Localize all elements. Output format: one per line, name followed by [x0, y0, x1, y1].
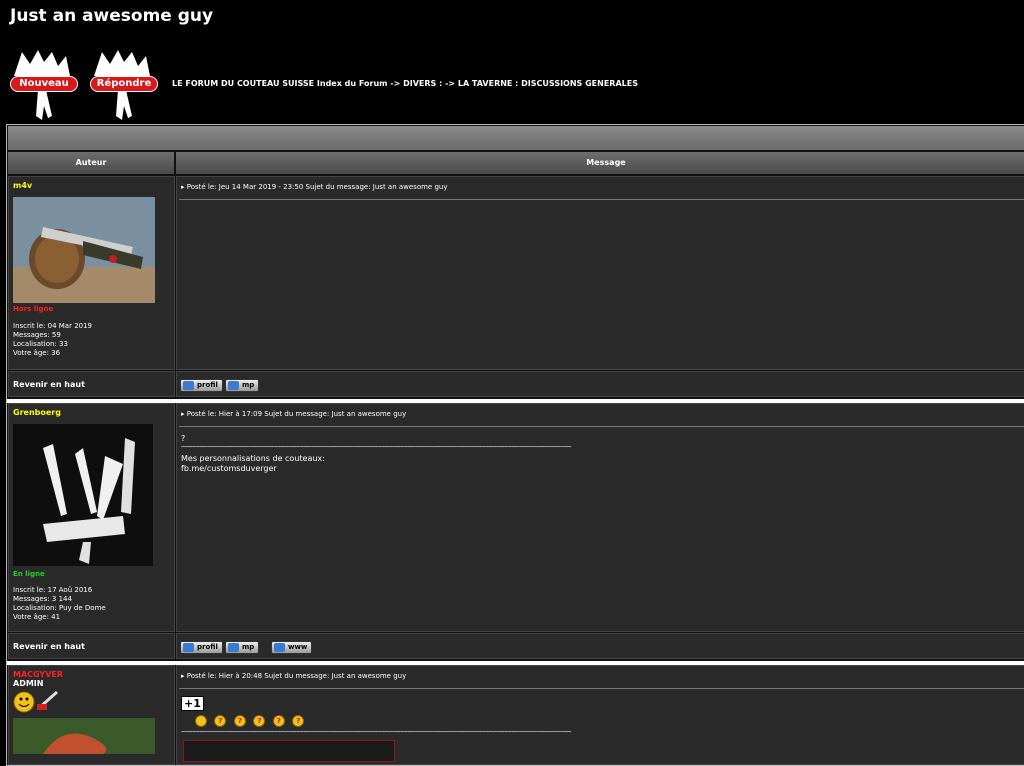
- user-icon: [183, 381, 194, 390]
- user-rank: ADMIN: [13, 679, 44, 688]
- post-message-cell: ▸ Posté le: Hier à 20:48 Sujet du messag…: [176, 665, 1024, 765]
- posts-table: Auteur Message m4v Hors ligne Inscrit le…: [6, 124, 1024, 766]
- reply-button[interactable]: Répondre: [88, 46, 160, 122]
- post-author-name[interactable]: Grenboerg: [13, 408, 61, 417]
- post-message-cell: ▸ Posté le: Hier à 17:09 Sujet du messag…: [176, 403, 1024, 632]
- info-line: Localisation: Puy de Dome: [13, 604, 106, 612]
- post-author-cell: m4v Hors ligne Inscrit le: 04 Mar 2019 M…: [8, 176, 175, 370]
- question-smiley-icon: ?: [292, 714, 305, 727]
- breadcrumb[interactable]: LE FORUM DU COUTEAU SUISSE Index du Foru…: [172, 79, 638, 88]
- post-meta: Posté le: Jeu 14 Mar 2019 - 23:50 Sujet …: [186, 183, 448, 191]
- signature: Mes personnalisations de couteaux: fb.me…: [181, 454, 325, 474]
- author-column-header: Auteur: [8, 152, 174, 174]
- post-header: ▸ Posté le: Hier à 20:48 Sujet du messag…: [181, 672, 406, 680]
- avatar: [13, 197, 155, 303]
- online-status: En ligne: [13, 570, 45, 578]
- question-smiley-icon: ?: [253, 714, 266, 727]
- signature-divider: ~~~~~~~~~~~~~~~~~~~~~~~~~~~~~~~~~~~~~~~~…: [181, 728, 572, 736]
- post-meta: Posté le: Hier à 20:48 Sujet du message:…: [186, 672, 407, 680]
- signature-image: [183, 740, 395, 762]
- info-line: Votre âge: 41: [13, 613, 61, 621]
- post-divider: [179, 426, 1024, 427]
- post-footer-left: Revenir en haut: [8, 371, 175, 397]
- post-author-name[interactable]: m4v: [13, 181, 32, 190]
- plus-one-sign: +1: [181, 696, 204, 711]
- post-divider: [179, 199, 1024, 200]
- back-to-top-link[interactable]: Revenir en haut: [13, 380, 85, 389]
- website-button[interactable]: www: [271, 641, 313, 654]
- post-message-cell: ▸ Posté le: Jeu 14 Mar 2019 - 23:50 Suje…: [176, 176, 1024, 370]
- author-info: Inscrit le: 04 Mar 2019 Messages: 59 Loc…: [13, 322, 92, 358]
- info-line: Localisation: 33: [13, 340, 68, 348]
- back-to-top-link[interactable]: Revenir en haut: [13, 642, 85, 651]
- reply-label: Répondre: [90, 76, 158, 92]
- post-author-cell: Grenboerg En ligne Inscrit le: 17 Aoû 20…: [8, 403, 175, 632]
- post-header: ▸ Posté le: Jeu 14 Mar 2019 - 23:50 Suje…: [181, 183, 448, 191]
- table-top-bar: [8, 126, 1024, 150]
- post-footer-right: profil mp: [176, 371, 1024, 397]
- post-footer-right: profil mp www: [176, 633, 1024, 659]
- new-topic-label: Nouveau: [10, 76, 78, 92]
- info-line: Votre âge: 36: [13, 349, 61, 357]
- pm-button[interactable]: mp: [225, 379, 260, 392]
- profile-button[interactable]: profil: [180, 379, 223, 392]
- users-icon: [228, 381, 239, 390]
- signature-line: Mes personnalisations de couteaux:: [181, 454, 325, 463]
- question-smiley-icon: ?: [272, 714, 285, 727]
- users-icon: [228, 643, 239, 652]
- topic-title: Just an awesome guy: [10, 6, 214, 26]
- post-author-name[interactable]: MACGYVER: [13, 670, 63, 679]
- post-divider: [179, 688, 1024, 689]
- author-info: Inscrit le: 17 Aoû 2016 Messages: 3 144 …: [13, 586, 106, 622]
- website-button-label: www: [288, 643, 308, 651]
- smiley-icon: [195, 714, 207, 727]
- profile-button-label: profil: [197, 643, 218, 651]
- post-meta: Posté le: Hier à 17:09 Sujet du message:…: [186, 410, 407, 418]
- pm-button[interactable]: mp: [225, 641, 260, 654]
- info-line: Inscrit le: 17 Aoû 2016: [13, 586, 93, 594]
- info-line: Messages: 3 144: [13, 595, 72, 603]
- question-smiley-icon: ?: [233, 714, 246, 727]
- post-footer-left: Revenir en haut: [8, 633, 175, 659]
- profile-button-label: profil: [197, 381, 218, 389]
- post-author-cell: MACGYVER ADMIN: [8, 665, 175, 765]
- question-smiley-icon: ?: [214, 714, 227, 727]
- pm-button-label: mp: [242, 381, 255, 389]
- user-icon: [183, 643, 194, 652]
- signature-link[interactable]: fb.me/customsduverger: [181, 464, 325, 474]
- admin-smiley-icon: [13, 690, 58, 713]
- info-line: Messages: 59: [13, 331, 61, 339]
- info-line: Inscrit le: 04 Mar 2019: [13, 322, 93, 330]
- avatar: [13, 718, 155, 754]
- avatar: [13, 424, 153, 566]
- pm-button-label: mp: [242, 643, 255, 651]
- profile-button[interactable]: profil: [180, 641, 223, 654]
- new-topic-button[interactable]: Nouveau: [8, 46, 80, 122]
- online-status: Hors ligne: [13, 305, 54, 313]
- message-column-header: Message: [176, 152, 1024, 174]
- post-header: ▸ Posté le: Hier à 17:09 Sujet du messag…: [181, 410, 406, 418]
- signature-divider: ~~~~~~~~~~~~~~~~~~~~~~~~~~~~~~~~~~~~~~~~…: [181, 443, 572, 451]
- globe-icon: [274, 643, 285, 652]
